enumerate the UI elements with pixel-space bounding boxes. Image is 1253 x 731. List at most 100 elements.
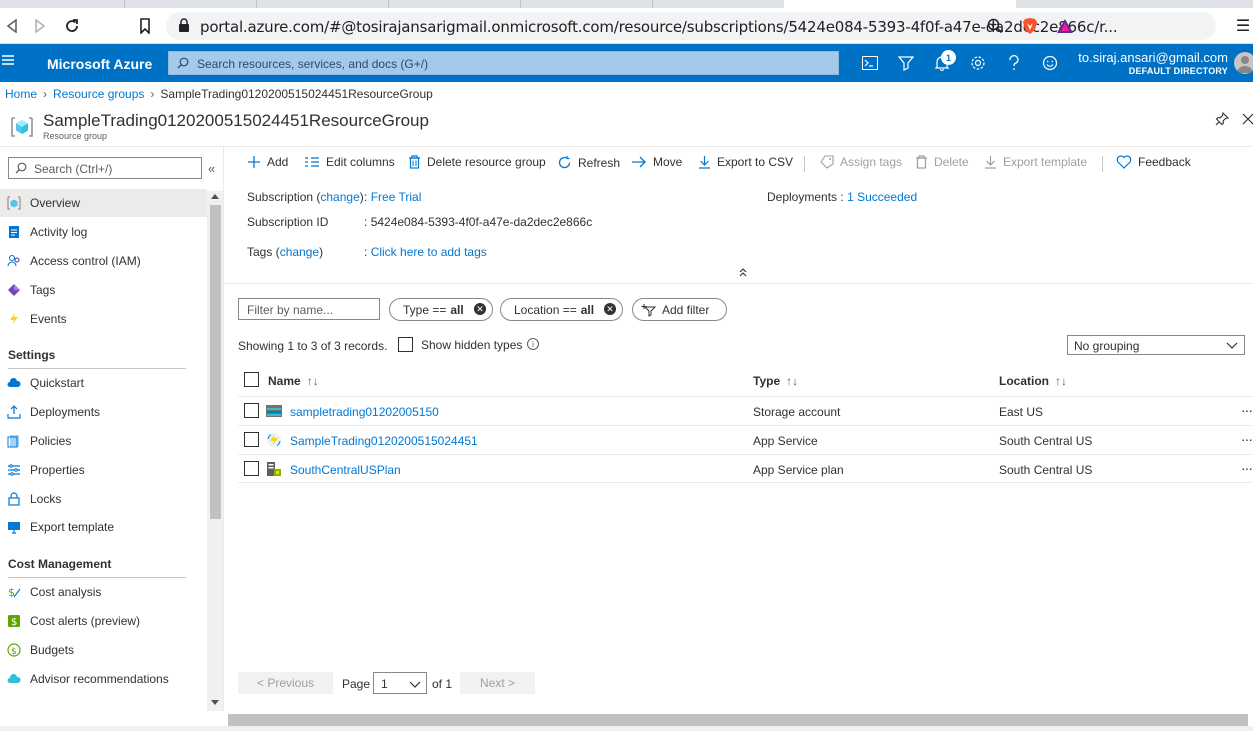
add-filter-button[interactable]: Add filter	[632, 298, 727, 321]
refresh-button[interactable]: Refresh	[557, 155, 620, 170]
column-header-type[interactable]: Type ↑↓	[753, 374, 798, 388]
breadcrumb-home[interactable]: Home	[5, 87, 37, 101]
subscription-id-text: 5424e084-5393-4f0f-a47e-da2dec2e866c	[370, 215, 593, 229]
settings-gear-icon[interactable]	[968, 53, 988, 73]
brave-shield-icon[interactable]	[1021, 17, 1039, 35]
location-filter-pill[interactable]: Location == all ✕	[500, 298, 623, 321]
app-service-plan-icon	[266, 461, 282, 477]
info-icon[interactable]: i	[527, 338, 539, 350]
delete-resource-group-label: Delete resource group	[427, 155, 546, 169]
more-actions-icon[interactable]: ···	[1241, 460, 1253, 476]
close-icon[interactable]	[1242, 112, 1253, 129]
nav-item-properties[interactable]: Properties	[0, 456, 207, 484]
tags-value: : Click here to add tags	[364, 245, 487, 259]
export-template-button[interactable]: Export template	[984, 155, 1087, 169]
assign-tags-button[interactable]: Assign tags	[820, 155, 902, 169]
change-tags-link[interactable]: change	[280, 245, 319, 259]
more-actions-icon[interactable]: ···	[1241, 402, 1253, 418]
brand-name[interactable]: Microsoft Azure	[47, 56, 152, 72]
breadcrumb-resource-groups[interactable]: Resource groups	[53, 87, 144, 101]
global-search-input[interactable]: Search resources, services, and docs (G+…	[168, 51, 839, 75]
zoom-icon[interactable]	[986, 17, 1004, 35]
row-checkbox[interactable]	[244, 432, 259, 447]
table-row[interactable]: sampletrading01202005150 Storage account…	[238, 396, 1253, 425]
collapse-essentials-icon[interactable]	[738, 266, 748, 280]
filter-by-name-input[interactable]: Filter by name...	[238, 298, 380, 320]
menu-search-input[interactable]: Search (Ctrl+/)	[8, 157, 202, 179]
delete-resource-group-button[interactable]: Delete resource group	[408, 155, 546, 169]
feedback-button[interactable]: Feedback	[1116, 155, 1191, 169]
lock-icon	[7, 492, 21, 506]
nav-item-cost-analysis[interactable]: $ Cost analysis	[0, 578, 207, 606]
edit-columns-button[interactable]: Edit columns	[304, 155, 395, 169]
brave-rewards-icon[interactable]	[1056, 17, 1074, 35]
pin-icon[interactable]	[1215, 111, 1230, 129]
feedback-smiley-icon[interactable]	[1040, 53, 1060, 73]
help-icon[interactable]	[1004, 53, 1024, 73]
nav-item-events[interactable]: Events	[0, 305, 207, 333]
nav-item-deployments[interactable]: Deployments	[0, 398, 207, 426]
change-subscription-link[interactable]: change	[320, 190, 359, 204]
nav-item-budgets[interactable]: $ Budgets	[0, 636, 207, 664]
previous-page-button[interactable]: < Previous	[238, 672, 333, 694]
nav-item-locks[interactable]: Locks	[0, 485, 207, 513]
resource-location: South Central US	[999, 463, 1093, 477]
resource-type: App Service plan	[753, 463, 844, 477]
column-header-name[interactable]: Name ↑↓	[268, 374, 319, 388]
type-filter-pill[interactable]: Type == all ✕	[389, 298, 493, 321]
portal-menu-icon[interactable]	[2, 54, 18, 70]
add-button[interactable]: Add	[247, 155, 288, 169]
grouping-dropdown[interactable]: No grouping	[1067, 335, 1245, 355]
resource-name-link[interactable]: sampletrading01202005150	[290, 405, 439, 419]
nav-item-activity-log[interactable]: Activity log	[0, 218, 207, 246]
directory-filter-icon[interactable]	[896, 53, 916, 73]
scroll-down-icon[interactable]	[211, 700, 219, 705]
reload-icon[interactable]	[60, 14, 84, 38]
page-select[interactable]: 1	[373, 672, 427, 694]
horizontal-scrollbar[interactable]	[228, 714, 1248, 726]
subscription-link[interactable]: Free Trial	[371, 190, 422, 204]
select-all-checkbox[interactable]	[244, 372, 259, 387]
nav-item-cost-alerts[interactable]: $ Cost alerts (preview)	[0, 607, 207, 635]
show-hidden-label: Show hidden types	[421, 338, 523, 352]
column-header-location[interactable]: Location ↑↓	[999, 374, 1067, 388]
nav-item-overview[interactable]: Overview	[0, 189, 207, 217]
table-row[interactable]: SouthCentralUSPlan App Service plan Sout…	[238, 454, 1253, 483]
export-csv-button[interactable]: Export to CSV	[698, 155, 793, 169]
scroll-up-icon[interactable]	[211, 194, 219, 199]
delete-button[interactable]: Delete	[915, 155, 969, 169]
move-button[interactable]: Move	[631, 155, 682, 169]
resource-name-link[interactable]: SampleTrading0120200515024451	[290, 434, 478, 448]
add-tags-link[interactable]: Click here to add tags	[371, 245, 487, 259]
next-page-button[interactable]: Next >	[460, 672, 535, 694]
bookmark-icon[interactable]	[133, 14, 157, 38]
nav-item-quickstart[interactable]: Quickstart	[0, 369, 207, 397]
table-row[interactable]: SampleTrading0120200515024451 App Servic…	[238, 425, 1253, 454]
cloud-shell-icon[interactable]	[860, 53, 880, 73]
forward-icon[interactable]	[28, 14, 52, 38]
avatar[interactable]	[1234, 52, 1253, 74]
back-icon[interactable]	[0, 14, 24, 38]
more-actions-icon[interactable]: ···	[1241, 431, 1253, 447]
active-tab[interactable]	[784, 0, 1016, 8]
menu-scrollbar[interactable]	[207, 191, 223, 711]
nav-item-access-control[interactable]: Access control (IAM)	[0, 247, 207, 275]
remove-filter-icon[interactable]: ✕	[474, 303, 486, 315]
account-menu[interactable]: to.siraj.ansari@gmail.com DEFAULT DIRECT…	[1078, 51, 1228, 77]
remove-filter-icon[interactable]: ✕	[604, 303, 616, 315]
browser-menu-icon[interactable]: ☰	[1234, 17, 1252, 35]
show-hidden-checkbox[interactable]	[398, 337, 413, 352]
nav-item-label: Tags	[30, 283, 56, 297]
nav-item-export-template[interactable]: Export template	[0, 513, 207, 541]
row-checkbox[interactable]	[244, 403, 259, 418]
deployments-link[interactable]: 1 Succeeded	[847, 190, 917, 204]
tag-icon	[820, 155, 834, 169]
colon: :	[840, 190, 844, 204]
row-checkbox[interactable]	[244, 461, 259, 476]
nav-item-tags[interactable]: Tags	[0, 276, 207, 304]
collapse-menu-icon[interactable]: «	[208, 161, 215, 176]
nav-item-policies[interactable]: Policies	[0, 427, 207, 455]
nav-item-advisor-recommendations[interactable]: Advisor recommendations	[0, 665, 207, 693]
resource-name-link[interactable]: SouthCentralUSPlan	[290, 463, 401, 477]
scrollbar-thumb[interactable]	[210, 205, 221, 519]
